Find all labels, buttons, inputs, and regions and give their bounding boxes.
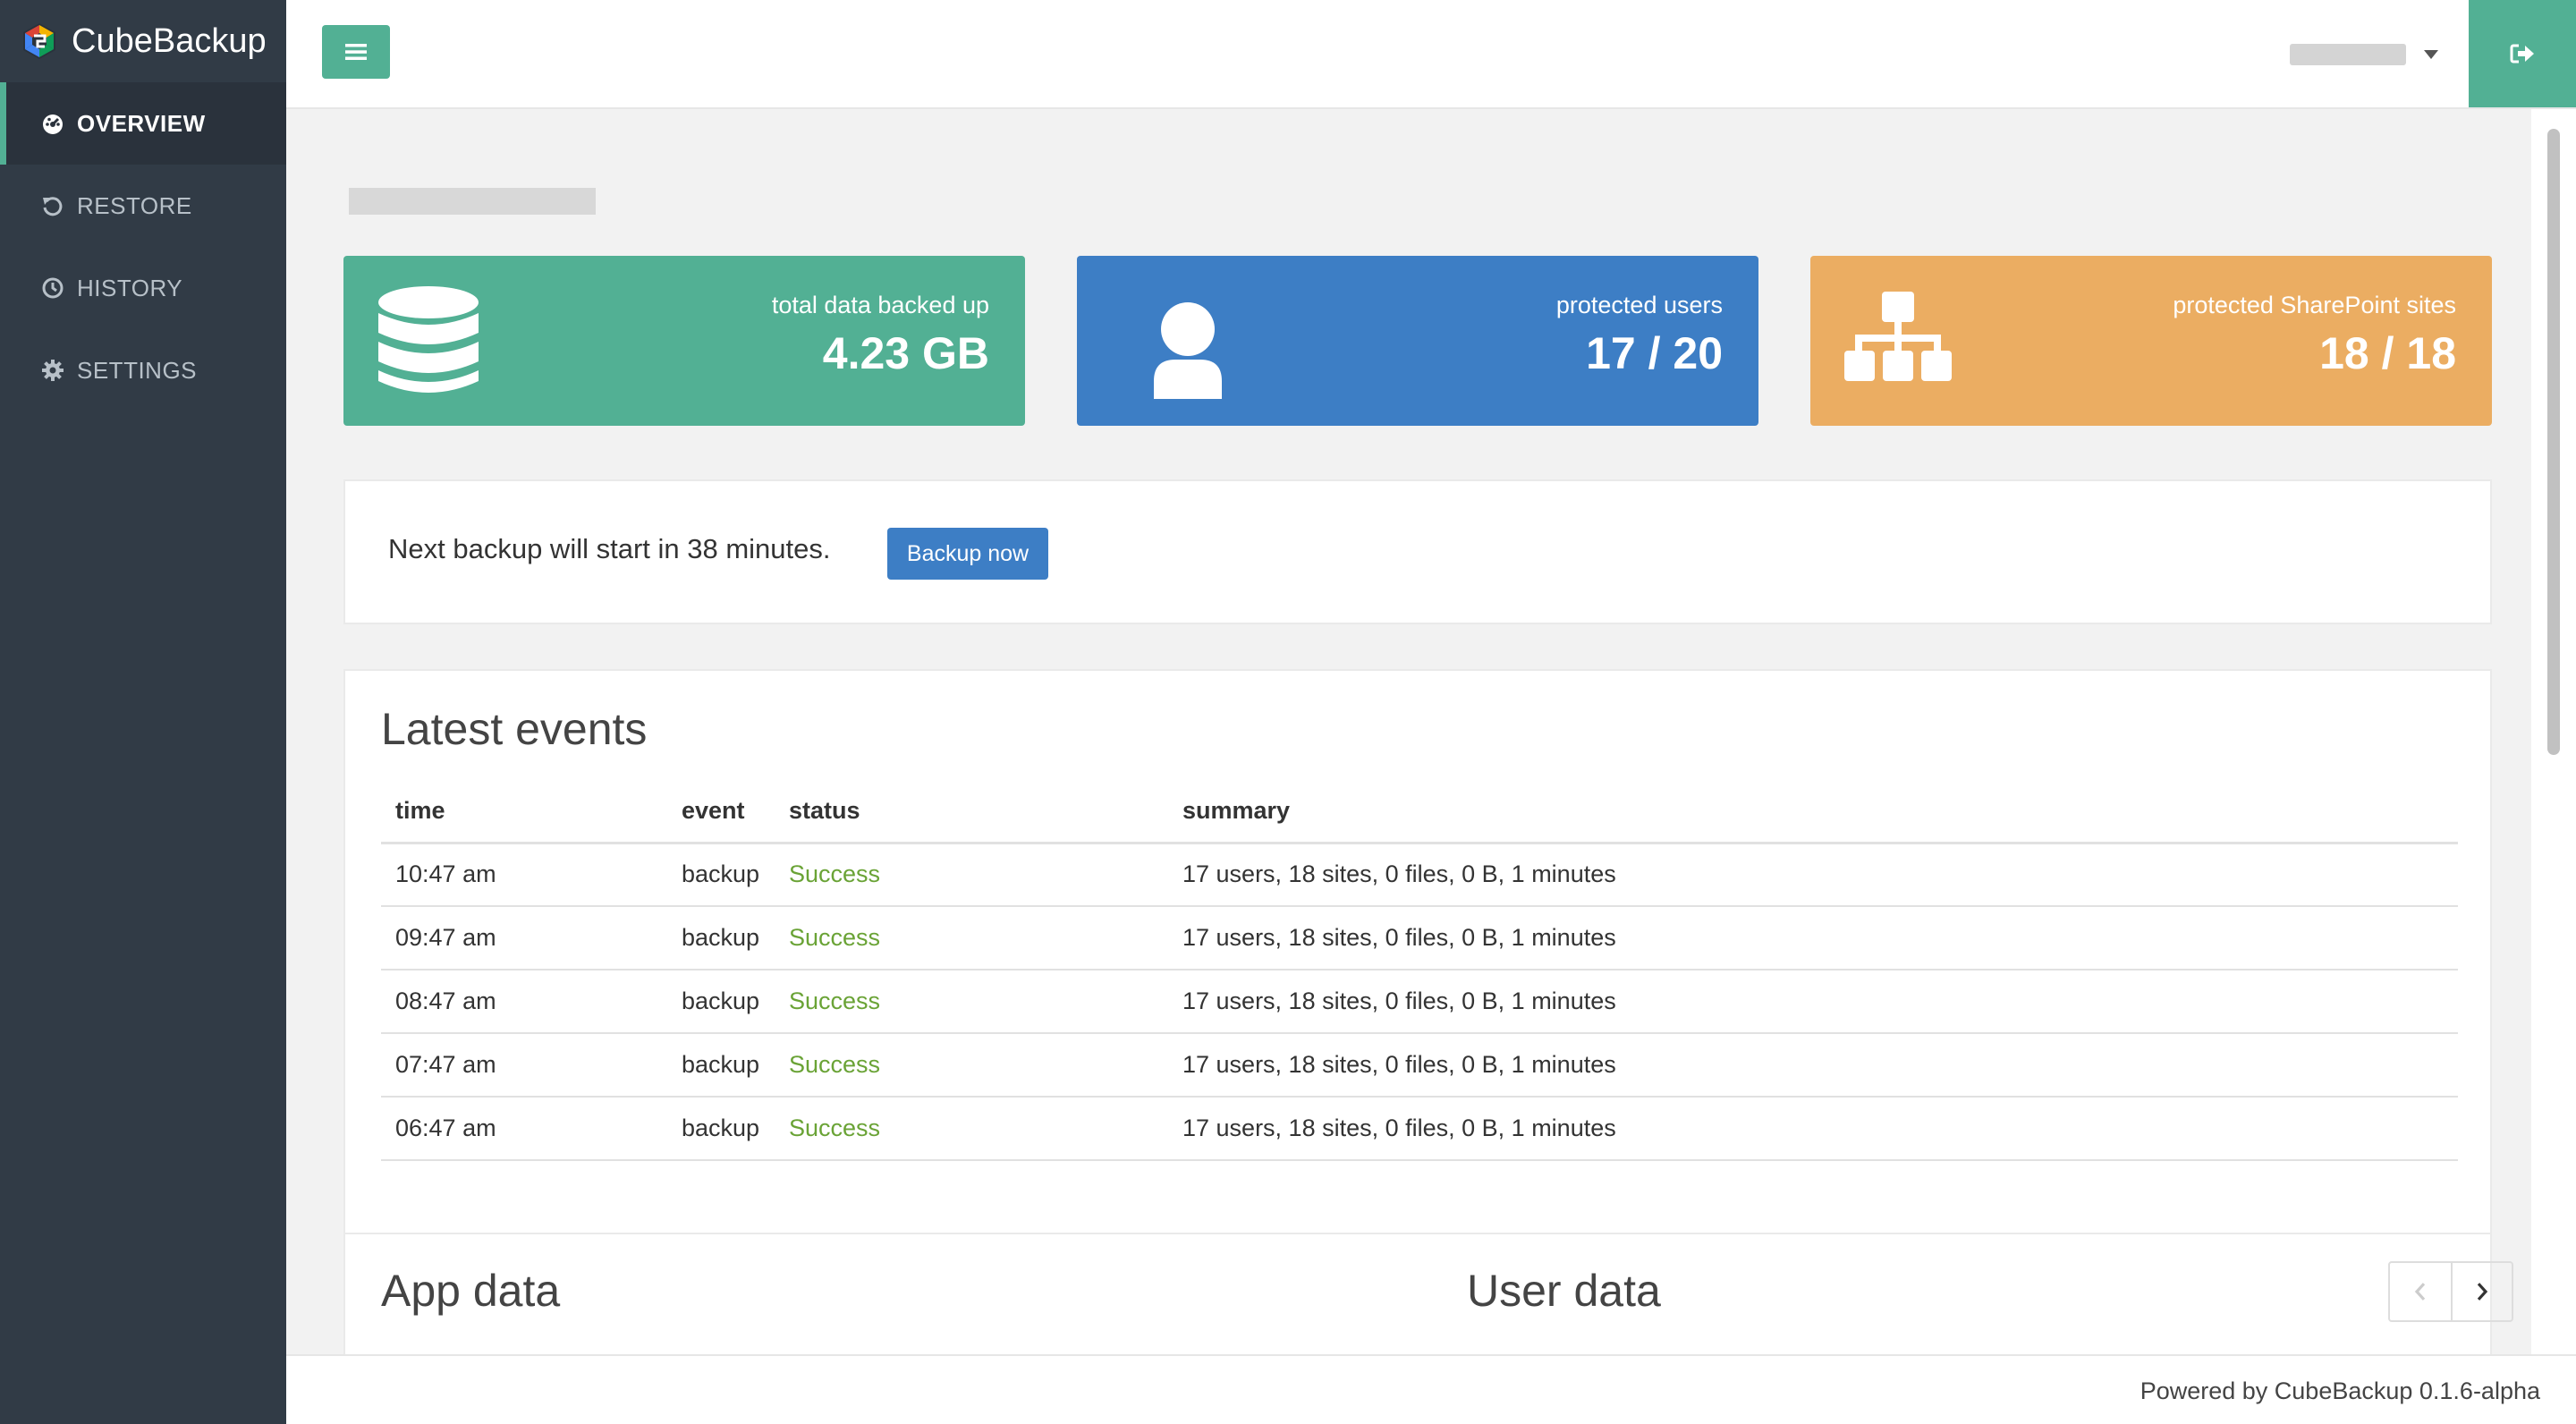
stat-label: total data backed up [771,292,989,318]
app-data-title: App data [381,1266,561,1316]
sign-out-icon [2510,44,2534,64]
event-status: Success [775,1097,1168,1161]
chevron-down-icon [2424,50,2438,59]
stat-card-users: protected users 17 / 20 [1077,256,1758,426]
cubebackup-logo-icon [23,23,55,59]
sidebar: CubeBackup OVERVIEW RESTORE HISTORY SETT… [0,0,286,1424]
event-summary: 17 users, 18 sites, 0 files, 0 B, 1 minu… [1168,1097,2458,1161]
latest-events-panel: Latest events time event status summary … [343,669,2492,1299]
event-summary: 17 users, 18 sites, 0 files, 0 B, 1 minu… [1168,1033,2458,1098]
column-header-status: status [775,780,1168,844]
chevron-left-icon [2414,1283,2426,1301]
scrollbar-thumb[interactable] [2547,129,2560,755]
database-icon [378,286,479,393]
event-type: backup [667,970,775,1034]
sidebar-item-overview[interactable]: OVERVIEW [0,82,286,165]
sidebar-item-label: HISTORY [77,274,183,301]
top-bar: carolcha [286,0,2576,109]
page-title: carolcha [349,188,596,215]
previous-button[interactable] [2390,1263,2451,1320]
event-status: Success [775,970,1168,1034]
event-summary: 17 users, 18 sites, 0 files, 0 B, 1 minu… [1168,906,2458,971]
footer-text: Powered by CubeBackup 0.1.6-alpha [2140,1377,2540,1404]
event-status: Success [775,906,1168,971]
next-backup-message: Next backup will start in 38 minutes. [388,533,831,564]
sidebar-item-history[interactable]: HISTORY [0,247,286,329]
data-pager [2388,1261,2513,1322]
sidebar-item-label: OVERVIEW [77,109,206,137]
user-icon [1154,302,1222,399]
menu-toggle-button[interactable] [322,25,390,79]
history-icon [41,276,64,300]
stat-card-data: total data backed up 4.23 GB [343,256,1025,426]
sidebar-item-restore[interactable]: RESTORE [0,165,286,247]
data-panel: App data User data [343,1233,2513,1354]
event-type: backup [667,843,775,907]
event-time: 09:47 am [381,906,667,971]
sidebar-item-label: SETTINGS [77,356,198,384]
vertical-scrollbar[interactable] [2531,109,2576,1354]
sitemap-icon [1844,292,1952,381]
table-header-row: time event status summary [381,780,2458,844]
event-type: backup [667,1097,775,1161]
stat-value: 17 / 20 [1586,328,1723,378]
event-status: Success [775,843,1168,907]
event-status: Success [775,1033,1168,1098]
event-time: 07:47 am [381,1033,667,1098]
user-name: carolcha [2290,44,2406,65]
event-type: backup [667,906,775,971]
table-row: 06:47 am backup Success 17 users, 18 sit… [381,1097,2458,1161]
stat-value: 18 / 18 [2319,328,2456,378]
event-time: 06:47 am [381,1097,667,1161]
table-row: 09:47 am backup Success 17 users, 18 sit… [381,906,2458,971]
logout-button[interactable] [2469,0,2576,107]
next-button[interactable] [2451,1263,2512,1320]
dashboard-icon [41,112,64,135]
hamburger-icon [345,44,367,60]
next-backup-panel: Next backup will start in 38 minutes. Ba… [343,479,2492,624]
events-title: Latest events [381,704,648,754]
event-summary: 17 users, 18 sites, 0 files, 0 B, 1 minu… [1168,843,2458,907]
main-content: carolcha total data backed up 4.23 GB pr… [286,109,2531,1354]
user-data-title: User data [1467,1266,1661,1316]
event-summary: 17 users, 18 sites, 0 files, 0 B, 1 minu… [1168,970,2458,1034]
brand-name: CubeBackup [72,21,267,60]
table-row: 07:47 am backup Success 17 users, 18 sit… [381,1033,2458,1098]
table-row: 08:47 am backup Success 17 users, 18 sit… [381,970,2458,1034]
gear-icon [41,359,64,382]
sidebar-item-settings[interactable]: SETTINGS [0,329,286,411]
chevron-right-icon [2477,1283,2488,1301]
column-header-event: event [667,780,775,844]
backup-now-button[interactable]: Backup now [887,528,1048,580]
user-menu[interactable]: carolcha [2290,32,2438,77]
column-header-summary: summary [1168,780,2458,844]
brand[interactable]: CubeBackup [0,0,286,82]
sidebar-item-label: RESTORE [77,191,192,219]
event-time: 08:47 am [381,970,667,1034]
stat-label: protected SharePoint sites [2173,292,2456,318]
table-row: 10:47 am backup Success 17 users, 18 sit… [381,843,2458,907]
events-table: time event status summary 10:47 am backu… [381,780,2458,1161]
event-type: backup [667,1033,775,1098]
event-time: 10:47 am [381,843,667,907]
footer: Powered by CubeBackup 0.1.6-alpha [286,1354,2576,1424]
stat-card-sites: protected SharePoint sites 18 / 18 [1810,256,2492,426]
stat-value: 4.23 GB [822,328,989,378]
column-header-time: time [381,780,667,844]
stat-label: protected users [1555,292,1723,318]
restore-icon [41,194,64,217]
